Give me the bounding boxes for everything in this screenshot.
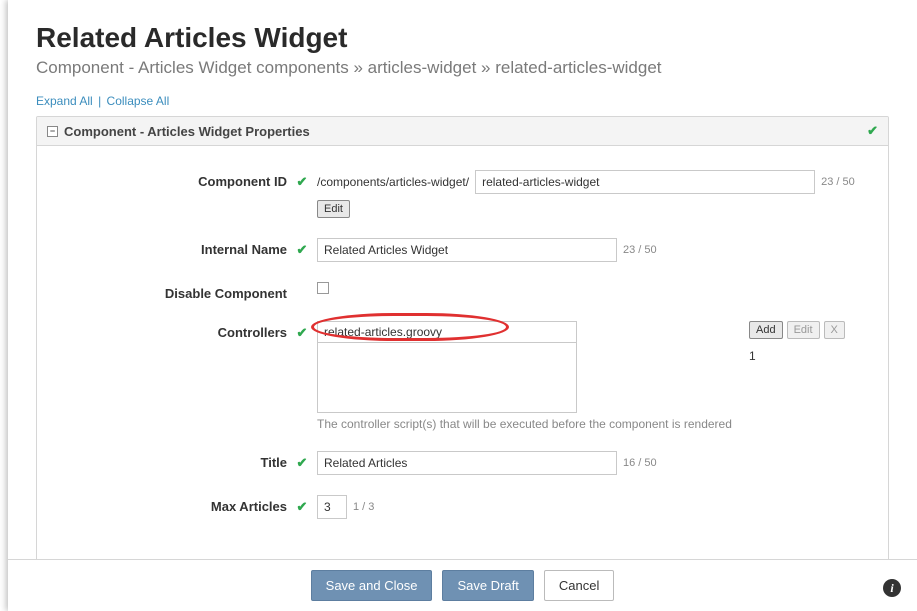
separator: |	[98, 94, 101, 108]
component-id-edit-button[interactable]: Edit	[317, 200, 350, 218]
row-controllers: Controllers ✔ related-articles.groovy Th…	[67, 321, 858, 431]
edit-dialog: Related Articles Widget Component - Arti…	[8, 0, 917, 611]
row-internal-name: Internal Name ✔ 23 / 50	[67, 238, 858, 262]
expand-collapse-row: Expand All | Collapse All	[36, 94, 889, 108]
controllers-edit-button[interactable]: Edit	[787, 321, 820, 339]
label-title: Title	[67, 451, 287, 470]
component-id-prefix: /components/articles-widget/	[317, 175, 469, 189]
label-internal-name: Internal Name	[67, 238, 287, 257]
list-item[interactable]: related-articles.groovy	[318, 322, 576, 343]
list-empty-area	[318, 343, 576, 412]
check-icon: ✔	[297, 242, 308, 257]
internal-name-counter: 23 / 50	[623, 244, 657, 256]
collapse-toggle-icon[interactable]: −	[47, 126, 58, 137]
check-icon: ✔	[297, 499, 308, 514]
panel-title: Component - Articles Widget Properties	[64, 124, 310, 139]
title-counter: 16 / 50	[623, 457, 657, 469]
label-max-articles: Max Articles	[67, 495, 287, 514]
row-disable-component: Disable Component	[67, 282, 858, 301]
cancel-button[interactable]: Cancel	[544, 570, 614, 601]
check-icon: ✔	[867, 123, 878, 139]
component-id-input[interactable]	[475, 170, 815, 194]
row-title: Title ✔ 16 / 50	[67, 451, 858, 475]
disable-component-checkbox[interactable]	[317, 282, 329, 294]
controllers-remove-button[interactable]: X	[824, 321, 845, 339]
page-title: Related Articles Widget	[36, 22, 889, 54]
label-component-id: Component ID	[67, 170, 287, 189]
info-icon[interactable]: i	[883, 579, 901, 597]
row-max-articles: Max Articles ✔ 1 / 3	[67, 495, 858, 519]
collapse-all-link[interactable]: Collapse All	[107, 94, 170, 108]
save-draft-button[interactable]: Save Draft	[442, 570, 533, 601]
save-close-button[interactable]: Save and Close	[311, 570, 433, 601]
panel-body: Component ID ✔ /components/articles-widg…	[37, 146, 888, 549]
dialog-footer: Save and Close Save Draft Cancel	[8, 559, 917, 611]
max-articles-counter: 1 / 3	[353, 501, 374, 513]
title-input[interactable]	[317, 451, 617, 475]
check-icon: ✔	[297, 174, 308, 189]
expand-all-link[interactable]: Expand All	[36, 94, 93, 108]
max-articles-input[interactable]	[317, 495, 347, 519]
label-disable-component: Disable Component	[67, 282, 287, 301]
controllers-add-button[interactable]: Add	[749, 321, 783, 339]
controllers-side-buttons: Add Edit X 1	[749, 321, 845, 363]
controllers-listbox[interactable]: related-articles.groovy	[317, 321, 577, 413]
internal-name-input[interactable]	[317, 238, 617, 262]
check-icon: ✔	[297, 455, 308, 470]
panel-header: − Component - Articles Widget Properties…	[37, 117, 888, 146]
check-icon: ✔	[297, 325, 308, 340]
controllers-help-text: The controller script(s) that will be ex…	[317, 417, 737, 431]
component-id-counter: 23 / 50	[821, 176, 855, 188]
controllers-count: 1	[749, 349, 756, 363]
row-component-id: Component ID ✔ /components/articles-widg…	[67, 170, 858, 218]
label-controllers: Controllers	[67, 321, 287, 340]
properties-panel: − Component - Articles Widget Properties…	[36, 116, 889, 611]
breadcrumb: Component - Articles Widget components »…	[36, 58, 889, 78]
